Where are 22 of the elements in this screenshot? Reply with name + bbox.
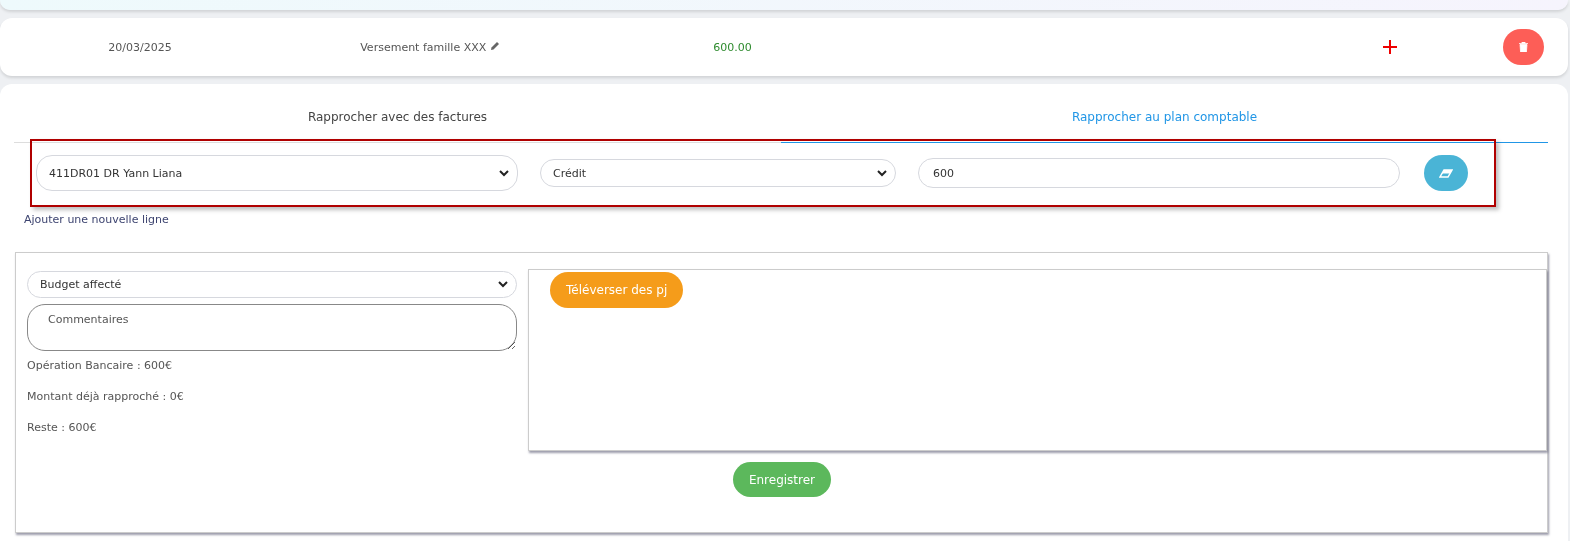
direction-select[interactable]: Crédit xyxy=(540,159,896,187)
delete-button[interactable] xyxy=(1503,29,1544,65)
budget-select[interactable]: Budget affecté xyxy=(27,271,517,298)
plus-icon[interactable] xyxy=(1383,40,1397,54)
summary-text: Montant déjà rapproché : 0€ xyxy=(27,390,185,403)
date-cell: 20/03/2025 xyxy=(108,40,172,54)
summary-text: Opération Bancaire : 600€ xyxy=(27,359,174,372)
pencil-icon[interactable] xyxy=(489,40,500,51)
eraser-button[interactable] xyxy=(1424,155,1468,191)
comments-field[interactable]: Commentaires xyxy=(27,304,517,351)
trash-icon xyxy=(1519,42,1528,52)
tab[interactable]: Rapprocher avec des factures xyxy=(14,110,781,143)
chevron-icon xyxy=(499,169,509,177)
chevron-icon xyxy=(498,281,508,288)
account-select[interactable]: 411DR01 DR Yann Liana xyxy=(36,155,518,191)
label-cell: Versement famille XXX xyxy=(360,40,500,54)
chevron-icon xyxy=(877,169,887,177)
amount-cell: 600.00 xyxy=(713,40,752,54)
amount-field[interactable]: 600 xyxy=(918,158,1400,188)
summary-text: Reste : 600€ xyxy=(27,421,98,434)
add-line-link[interactable]: Ajouter une nouvelle ligne xyxy=(24,213,169,226)
eraser-icon xyxy=(1439,168,1453,178)
